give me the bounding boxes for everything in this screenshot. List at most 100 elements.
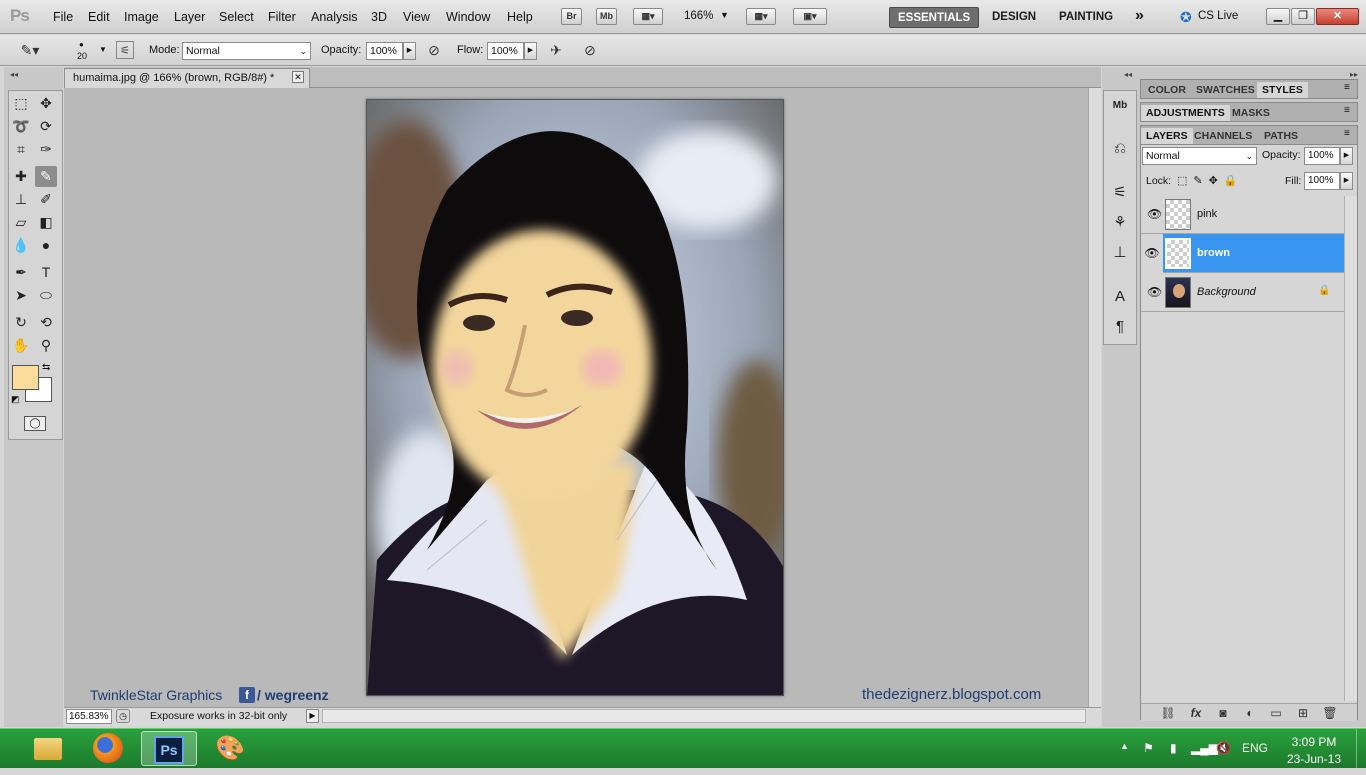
- menu-help[interactable]: Help: [505, 10, 535, 24]
- panel-menu-icon[interactable]: ≡: [1344, 82, 1350, 93]
- menu-image[interactable]: Image: [122, 10, 161, 24]
- firefox-taskbar-icon[interactable]: [80, 731, 136, 766]
- layer-row-brown[interactable]: 👁 brown: [1141, 234, 1344, 273]
- extras-button[interactable]: ▦▾: [633, 8, 663, 25]
- language-indicator[interactable]: ENG: [1242, 741, 1268, 755]
- menu-select[interactable]: Select: [217, 10, 256, 24]
- minimize-button[interactable]: ▁: [1266, 8, 1290, 25]
- document-tab[interactable]: humaima.jpg @ 166% (brown, RGB/8#) *: [64, 68, 310, 88]
- vertical-scrollbar[interactable]: [1088, 88, 1101, 707]
- menu-window[interactable]: Window: [444, 10, 492, 24]
- clock[interactable]: 3:09 PM 23-Jun-13: [1284, 734, 1344, 768]
- volume-icon[interactable]: 🔇: [1216, 741, 1231, 755]
- close-tab-icon[interactable]: ✕: [292, 71, 304, 83]
- healing-brush-tool-icon[interactable]: ✚: [10, 166, 32, 187]
- expand-dock-icon[interactable]: ◂◂: [1124, 70, 1132, 79]
- dodge-tool-icon[interactable]: ●: [35, 235, 57, 256]
- 3d-orbit-tool-icon[interactable]: ⟲: [35, 312, 57, 333]
- show-desktop-button[interactable]: [1356, 729, 1366, 768]
- tab-color[interactable]: COLOR: [1143, 82, 1191, 98]
- lock-options-icons[interactable]: ⬚✎✥🔒: [1177, 174, 1244, 187]
- ellipse-tool-icon[interactable]: ⬭: [35, 285, 57, 306]
- layer-row-background[interactable]: 👁 Background 🔒: [1141, 273, 1344, 312]
- opacity-input[interactable]: 100%: [366, 42, 403, 60]
- screen-mode-button[interactable]: ▣▾: [793, 8, 827, 25]
- pen-tool-icon[interactable]: ✒: [10, 262, 32, 283]
- eye-icon[interactable]: 👁: [1147, 285, 1162, 299]
- panel-menu-icon[interactable]: ≡: [1344, 128, 1350, 139]
- history-panel-icon[interactable]: ⎌: [1108, 138, 1132, 160]
- tab-layers[interactable]: LAYERS: [1141, 128, 1193, 144]
- airbrush-icon[interactable]: ✈: [546, 41, 566, 59]
- menu-view[interactable]: View: [401, 10, 432, 24]
- 3d-rotate-tool-icon[interactable]: ↻: [10, 312, 32, 333]
- marquee-tool-icon[interactable]: ⬚: [10, 93, 32, 114]
- tab-masks[interactable]: MASKS: [1227, 105, 1275, 121]
- fill-arrow-icon[interactable]: ▶: [1340, 172, 1353, 190]
- trash-icon[interactable]: 🗑: [1320, 706, 1340, 720]
- horizontal-scrollbar[interactable]: [322, 709, 1086, 723]
- default-colors-icon[interactable]: ◩: [11, 394, 20, 405]
- paint-taskbar-icon[interactable]: 🎨: [202, 731, 258, 766]
- brush-panel-icon[interactable]: ⚘: [1108, 212, 1132, 234]
- mini-bridge-button[interactable]: Mb: [596, 8, 617, 25]
- layer-row-pink[interactable]: 👁 pink: [1141, 195, 1344, 234]
- status-menu-arrow-icon[interactable]: ▶: [306, 709, 319, 723]
- layer-opacity-arrow-icon[interactable]: ▶: [1340, 147, 1353, 165]
- collapse-panels-icon[interactable]: ▸▸: [1350, 70, 1358, 79]
- cs-live-menu[interactable]: CS Live: [1198, 10, 1238, 22]
- workspace-essentials[interactable]: ESSENTIALS: [889, 7, 980, 28]
- lasso-tool-icon[interactable]: ➰: [10, 116, 32, 137]
- clone-stamp-tool-icon[interactable]: ⊥: [10, 189, 32, 210]
- history-brush-tool-icon[interactable]: ✐: [35, 189, 57, 210]
- mini-bridge-panel-icon[interactable]: Mb: [1108, 95, 1132, 117]
- blend-mode-select[interactable]: Normal ⌄: [1142, 147, 1257, 165]
- restore-button[interactable]: ❐: [1291, 8, 1315, 25]
- character-panel-icon[interactable]: A: [1108, 286, 1132, 308]
- menu-3d[interactable]: 3D: [369, 10, 389, 24]
- close-button[interactable]: ✕: [1316, 8, 1359, 25]
- quick-mask-icon[interactable]: ◯: [24, 416, 46, 431]
- hand-tool-icon[interactable]: ✋: [10, 335, 32, 356]
- explorer-taskbar-icon[interactable]: [20, 731, 76, 766]
- crop-tool-icon[interactable]: ⌗: [10, 139, 32, 160]
- brush-panel-toggle-icon[interactable]: ⚟: [116, 41, 134, 59]
- flow-slider-arrow-icon[interactable]: ▶: [524, 42, 537, 60]
- type-tool-icon[interactable]: T: [35, 262, 57, 283]
- brush-picker-arrow-icon[interactable]: ▼: [99, 45, 107, 54]
- menu-layer[interactable]: Layer: [172, 10, 207, 24]
- tab-channels[interactable]: CHANNELS: [1189, 128, 1257, 144]
- brush-tool-icon[interactable]: ✎: [35, 166, 57, 187]
- gradient-tool-icon[interactable]: ◧: [35, 212, 57, 233]
- flow-input[interactable]: 100%: [487, 42, 524, 60]
- menu-analysis[interactable]: Analysis: [309, 10, 360, 24]
- paragraph-panel-icon[interactable]: ¶: [1108, 316, 1132, 338]
- tablet-size-icon[interactable]: ⊘: [580, 41, 600, 59]
- tablet-opacity-icon[interactable]: ⊘: [424, 41, 444, 59]
- add-mask-icon[interactable]: ◙: [1213, 706, 1233, 720]
- photoshop-taskbar-button[interactable]: Ps: [141, 731, 197, 766]
- opacity-slider-arrow-icon[interactable]: ▶: [403, 42, 416, 60]
- zoom-tool-icon[interactable]: ⚲: [35, 335, 57, 356]
- clone-source-panel-icon[interactable]: ⊥: [1108, 242, 1132, 264]
- workspace-design[interactable]: DESIGN: [984, 7, 1044, 28]
- brush-size[interactable]: 20: [77, 51, 87, 61]
- panel-menu-icon[interactable]: ≡: [1344, 105, 1350, 116]
- layer-opacity-input[interactable]: 100%: [1304, 147, 1340, 165]
- path-select-tool-icon[interactable]: ➤: [10, 285, 32, 306]
- swap-colors-icon[interactable]: ⇆: [42, 362, 50, 373]
- tab-adjustments[interactable]: ADJUSTMENTS: [1141, 105, 1230, 121]
- more-workspaces-icon[interactable]: »: [1135, 7, 1144, 25]
- bridge-button[interactable]: Br: [561, 8, 582, 25]
- action-center-icon[interactable]: ⚑: [1143, 741, 1154, 755]
- show-hidden-icons[interactable]: ▲: [1120, 741, 1129, 751]
- document-image[interactable]: [366, 99, 784, 696]
- status-info-icon[interactable]: ◷: [116, 709, 130, 723]
- layer-style-icon[interactable]: fx: [1186, 706, 1206, 720]
- foreground-color-swatch[interactable]: [12, 365, 39, 390]
- new-layer-icon[interactable]: ⊞: [1293, 706, 1313, 720]
- menu-file[interactable]: File: [51, 10, 75, 24]
- collapse-tools-icon[interactable]: ◂◂: [10, 70, 18, 79]
- eyedropper-tool-icon[interactable]: ✑: [35, 139, 57, 160]
- network-icon[interactable]: ▂▄▆: [1191, 741, 1218, 755]
